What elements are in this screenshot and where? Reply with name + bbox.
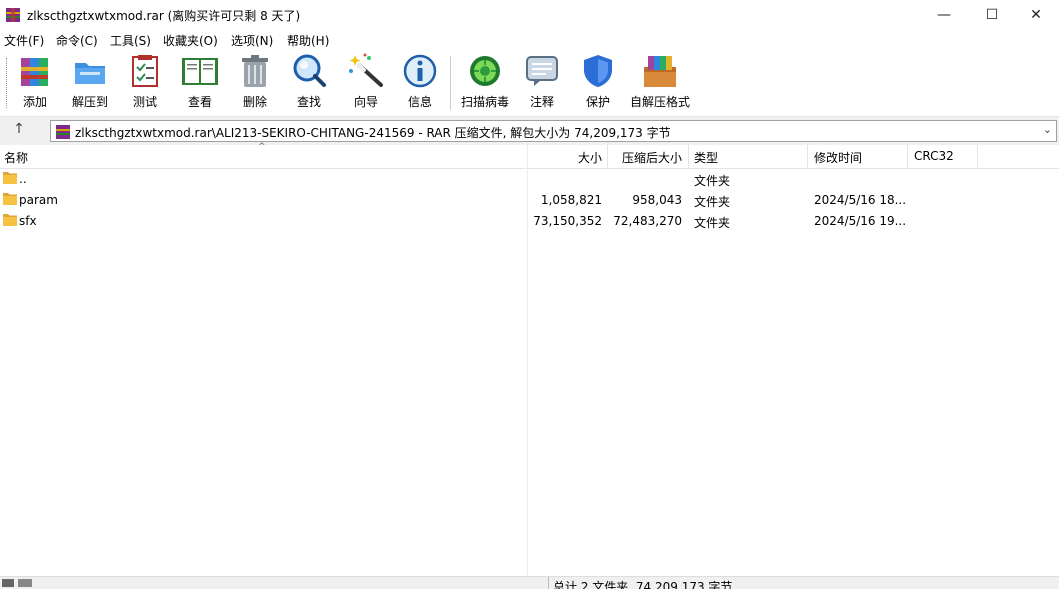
menu-command[interactable]: 命令(C) [56, 32, 98, 49]
folder-icon [3, 193, 17, 205]
column-divider[interactable] [977, 145, 978, 168]
toolbar: 添加 解压到 测试 查看 删除 查找 向导 信息 扫描病毒 注释 保护 自解压格… [0, 50, 1059, 116]
menu-favorites[interactable]: 收藏夹(O) [163, 32, 218, 49]
column-size[interactable]: 大小 [528, 149, 602, 166]
file-modified: 2024/5/16 18... [814, 193, 907, 207]
status-text: 总计 2 文件夹, 74,209,173 字节 [553, 580, 733, 589]
file-list[interactable]: .. 文件夹 param 1,058,821 958,043 文件夹 2024/… [0, 168, 1059, 576]
column-divider[interactable] [907, 145, 908, 168]
view-icon [182, 58, 218, 85]
find-icon [293, 54, 326, 87]
tool-test-label: 测试 [132, 95, 157, 109]
tool-info-label: 信息 [407, 95, 432, 109]
winrar-app-icon[interactable] [5, 7, 21, 23]
tool-find-label: 查找 [296, 95, 321, 109]
file-row-sfx[interactable]: sfx 73,150,352 72,483,270 文件夹 2024/5/16 … [0, 210, 1059, 231]
status-bar: 总计 2 文件夹, 74,209,173 字节 [0, 576, 1059, 589]
file-name: sfx [19, 214, 37, 228]
wizard-icon [349, 53, 383, 87]
file-modified: 2024/5/16 19... [814, 214, 907, 228]
file-type: 文件夹 [694, 195, 731, 209]
menu-file[interactable]: 文件(F) [4, 32, 44, 49]
tool-test-button[interactable]: 测试 [127, 53, 163, 113]
maximize-icon: ☐ [985, 7, 999, 23]
column-header-row: ^ 名称 大小 压缩后大小 类型 修改时间 CRC32 [0, 142, 1059, 169]
minimize-icon: — [937, 7, 951, 23]
column-crc32[interactable]: CRC32 [914, 149, 954, 163]
tool-add-button[interactable]: 添加 [15, 53, 55, 113]
tool-wizard-label: 向导 [353, 95, 378, 109]
tool-delete-button[interactable]: 删除 [238, 53, 272, 113]
folder-icon [3, 214, 17, 226]
tool-virus-scan-label: 扫描病毒 [460, 95, 509, 109]
tool-virus-scan-button[interactable]: 扫描病毒 [458, 53, 512, 113]
sort-ascending-icon: ^ [258, 142, 266, 152]
tool-view-label: 查看 [187, 95, 212, 109]
status-divider [548, 577, 549, 589]
up-folder-button[interactable]: ↑ [8, 121, 30, 141]
column-name[interactable]: 名称 [4, 149, 28, 166]
close-icon: ✕ [1030, 7, 1042, 23]
column-divider[interactable] [807, 145, 808, 168]
menu-options[interactable]: 选项(N) [231, 32, 273, 49]
tool-protect-button[interactable]: 保护 [580, 53, 616, 113]
virus-scan-icon [470, 56, 500, 86]
tool-sfx-button[interactable]: 自解压格式 [630, 53, 690, 113]
maximize-button[interactable]: ☐ [969, 0, 1015, 30]
file-packed-size: 958,043 [632, 193, 682, 207]
tool-info-button[interactable]: 信息 [402, 53, 438, 113]
close-button[interactable]: ✕ [1013, 0, 1059, 30]
file-name: .. [19, 172, 27, 186]
arrow-up-icon: ↑ [13, 121, 25, 137]
tool-find-button[interactable]: 查找 [290, 53, 328, 113]
comment-icon [526, 56, 558, 86]
minimize-button[interactable]: — [921, 0, 967, 30]
tool-extract-button[interactable]: 解压到 [68, 53, 112, 113]
file-packed-size: 72,483,270 [613, 214, 682, 228]
column-divider[interactable] [688, 145, 689, 168]
extract-to-icon [75, 63, 105, 84]
archive-add-icon [21, 58, 48, 86]
address-dropdown-icon[interactable]: ⌄ [1043, 123, 1052, 136]
test-icon [132, 55, 158, 87]
tool-extract-label: 解压到 [71, 95, 108, 109]
file-row-parent[interactable]: .. 文件夹 [0, 168, 1059, 189]
info-icon [403, 54, 437, 88]
drive-status-icon [2, 579, 32, 587]
menu-bar: 文件(F) 命令(C) 工具(S) 收藏夹(O) 选项(N) 帮助(H) [0, 30, 1059, 50]
menu-help[interactable]: 帮助(H) [287, 32, 329, 49]
sfx-icon [644, 56, 676, 87]
file-size: 73,150,352 [533, 214, 602, 228]
title-bar: zlkscthgztxwtxmod.rar (离购买许可只剩 8 天了) — ☐… [0, 0, 1059, 30]
column-modified[interactable]: 修改时间 [814, 149, 862, 166]
file-name: param [19, 193, 58, 207]
column-type[interactable]: 类型 [694, 149, 718, 166]
address-field[interactable]: zlkscthgztxwtxmod.rar\ALI213-SEKIRO-CHIT… [50, 120, 1057, 142]
window-title: zlkscthgztxwtxmod.rar (离购买许可只剩 8 天了) [27, 9, 301, 23]
delete-icon [242, 55, 268, 87]
protect-icon [584, 55, 612, 87]
tool-protect-label: 保护 [585, 95, 610, 109]
tool-comment-label: 注释 [529, 95, 554, 109]
tool-view-button[interactable]: 查看 [180, 53, 220, 113]
rar-archive-icon [56, 125, 70, 139]
tool-sfx-label: 自解压格式 [630, 95, 691, 109]
address-bar: ↑ zlkscthgztxwtxmod.rar\ALI213-SEKIRO-CH… [0, 116, 1059, 145]
folder-icon [3, 172, 17, 184]
tool-wizard-button[interactable]: 向导 [346, 53, 386, 113]
file-size: 1,058,821 [540, 193, 602, 207]
file-type: 文件夹 [694, 174, 731, 188]
menu-tools[interactable]: 工具(S) [110, 32, 151, 49]
tool-delete-label: 删除 [242, 95, 267, 109]
address-path: zlkscthgztxwtxmod.rar\ALI213-SEKIRO-CHIT… [75, 126, 671, 140]
file-type: 文件夹 [694, 216, 731, 230]
toolbar-separator [450, 56, 451, 110]
file-row-param[interactable]: param 1,058,821 958,043 文件夹 2024/5/16 18… [0, 189, 1059, 210]
column-packed-size[interactable]: 压缩后大小 [608, 149, 682, 166]
toolbar-grip [6, 58, 9, 108]
tool-add-label: 添加 [22, 95, 47, 109]
tool-comment-button[interactable]: 注释 [524, 53, 560, 113]
